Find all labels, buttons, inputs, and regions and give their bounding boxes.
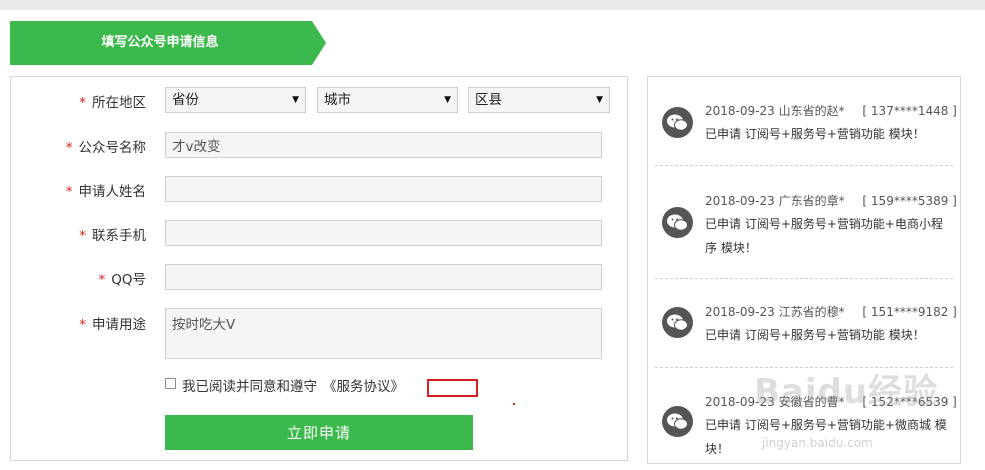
section-title: 填写公众号申请信息 (101, 35, 219, 50)
agreement-text: 我已阅读并同意和遵守 (182, 379, 317, 395)
red-dot (513, 403, 515, 405)
feed-date: 2018-09-23 (705, 104, 775, 118)
city-select[interactable]: 城市 ▼ (317, 87, 458, 113)
service-agreement-link[interactable]: 《服务协议》 (323, 379, 404, 395)
feed-user: 江苏省的穆* (778, 305, 845, 319)
feed-phone: [ 151****9182 ] (862, 305, 957, 319)
submit-button[interactable]: 立即申请 (165, 415, 473, 450)
wechat-icon (662, 406, 693, 437)
feed-phone: [ 159****5389 ] (862, 194, 957, 208)
applicant-name-label: * 申请人姓名 (65, 184, 146, 200)
qq-input[interactable] (165, 264, 602, 290)
baidu-watermark: Baidu经验 (754, 372, 939, 412)
agree-checkbox[interactable] (165, 378, 176, 389)
triangle-down-icon: ▼ (292, 95, 299, 105)
qq-label: * QQ号 (98, 272, 146, 288)
feed-phone: [ 137****1448 ] (862, 104, 957, 118)
wechat-icon (662, 107, 693, 138)
feed-user: 广东省的章* (778, 194, 845, 208)
watermark-url: jingyan.baidu.com (762, 436, 873, 450)
district-select[interactable]: 区县 ▼ (468, 87, 610, 113)
wechat-icon (662, 307, 693, 338)
province-select[interactable]: 省份 ▼ (165, 87, 306, 113)
account-name-label: * 公众号名称 (65, 140, 146, 156)
feed-date: 2018-09-23 (705, 194, 775, 208)
region-label: * 所在地区 (79, 95, 146, 111)
divider (655, 165, 953, 166)
feed-text: 已申请 订阅号+服务号+营销功能 模块！ (705, 127, 925, 141)
top-bar (0, 0, 985, 10)
applicant-name-input[interactable] (165, 176, 602, 202)
highlight-box (427, 379, 478, 397)
phone-input[interactable] (165, 220, 602, 246)
purpose-textarea[interactable]: 按时吃大V (165, 308, 602, 359)
feed-text: 已申请 订阅号+服务号+营销功能 模块！ (705, 328, 925, 342)
phone-label: * 联系手机 (79, 228, 146, 244)
purpose-label: * 申请用途 (79, 317, 146, 333)
section-header: 填写公众号申请信息 (10, 21, 326, 65)
triangle-down-icon: ▼ (596, 95, 603, 105)
feed-text: 已申请 订阅号+服务号+营销功能+电商小程序 模块！ (705, 217, 943, 255)
feed-user: 山东省的赵* (778, 104, 845, 118)
wechat-icon (662, 207, 693, 238)
divider (655, 278, 953, 279)
account-name-input[interactable] (165, 132, 602, 158)
triangle-down-icon: ▼ (444, 95, 451, 105)
feed-date: 2018-09-23 (705, 305, 775, 319)
